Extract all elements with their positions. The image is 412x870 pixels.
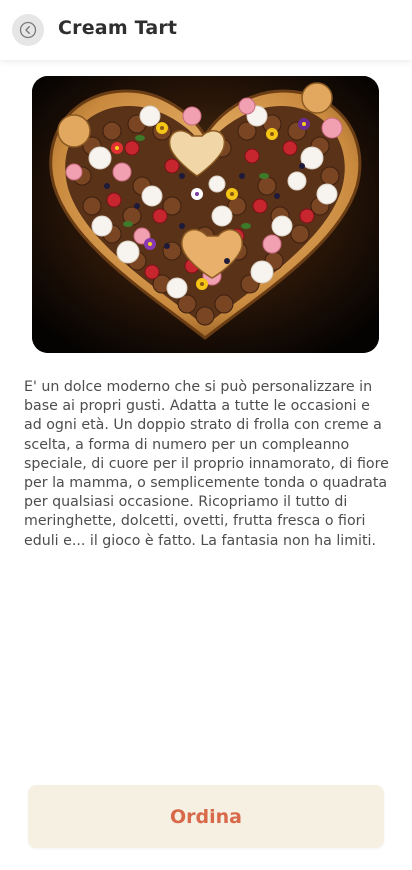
- page-title: Cream Tart: [58, 17, 178, 39]
- order-button[interactable]: Ordina: [28, 785, 384, 848]
- back-arrow-circle-icon: [19, 21, 37, 39]
- back-button[interactable]: [12, 14, 44, 46]
- top-app-bar: Cream Tart: [0, 0, 412, 60]
- product-image: [32, 76, 379, 353]
- product-description: E' un dolce moderno che si può personali…: [24, 379, 389, 549]
- order-button-label: Ordina: [170, 805, 242, 828]
- app-screen: Cream Tart E' un dolce moderno che si pu…: [0, 0, 412, 870]
